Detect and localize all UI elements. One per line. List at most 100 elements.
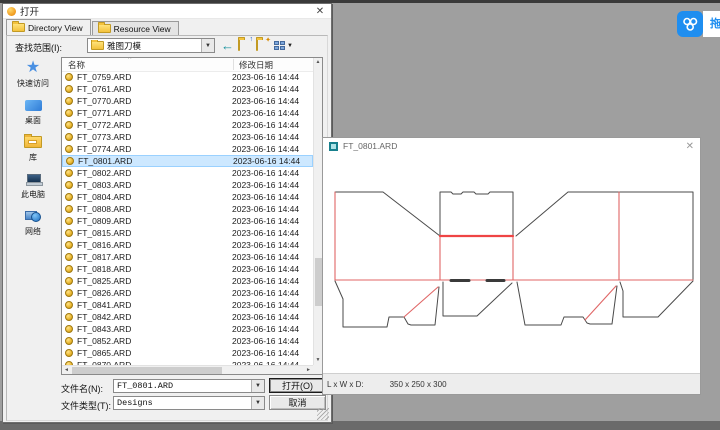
ard-file-icon xyxy=(65,145,73,153)
file-row[interactable]: FT_0759.ARD2023-06-16 14:44 xyxy=(62,71,313,83)
file-row[interactable]: FT_0773.ARD2023-06-16 14:44 xyxy=(62,131,313,143)
sparkle-overlay: ✦ xyxy=(265,36,271,44)
column-date[interactable]: 修改日期 xyxy=(239,59,273,71)
close-icon[interactable]: ✕ xyxy=(686,141,694,152)
place-item-desktop[interactable]: 桌面 xyxy=(7,96,59,126)
dieline-drawing xyxy=(323,154,700,372)
file-row[interactable]: FT_0842.ARD2023-06-16 14:44 xyxy=(62,311,313,323)
column-separator[interactable] xyxy=(233,59,234,70)
new-folder-icon[interactable]: ✦ xyxy=(256,40,270,51)
file-row[interactable]: FT_0809.ARD2023-06-16 14:44 xyxy=(62,215,313,227)
ard-file-icon xyxy=(65,205,73,213)
preview-titlebar[interactable]: FT_0801.ARD ✕ xyxy=(323,138,700,154)
file-row[interactable]: FT_0825.ARD2023-06-16 14:44 xyxy=(62,275,313,287)
network-icon xyxy=(25,207,41,225)
place-item-network[interactable]: 网络 xyxy=(7,207,59,237)
look-in-value: 雅图刀模 xyxy=(107,40,141,52)
dialog-titlebar[interactable]: 打开 ✕ xyxy=(3,4,331,19)
file-row[interactable]: FT_0801.ARD2023-06-16 14:44 xyxy=(62,155,313,167)
folder-icon xyxy=(256,39,258,51)
file-name: FT_0808.ARD xyxy=(77,204,232,214)
back-icon[interactable]: ← xyxy=(221,39,234,52)
column-name[interactable]: 名称 xyxy=(68,59,85,71)
chevron-down-icon[interactable]: ▼ xyxy=(251,397,264,409)
look-in-combobox[interactable]: 雅图刀模 ▼ xyxy=(87,38,215,53)
close-icon[interactable]: ✕ xyxy=(313,6,327,17)
file-row[interactable]: FT_0816.ARD2023-06-16 14:44 xyxy=(62,239,313,251)
file-name-combobox[interactable]: FT_0801.ARD ▼ xyxy=(113,379,265,393)
view-menu-icon[interactable]: ▼ xyxy=(274,41,293,51)
chevron-down-icon[interactable]: ▼ xyxy=(201,39,214,52)
file-row[interactable]: FT_0770.ARD2023-06-16 14:44 xyxy=(62,95,313,107)
file-date: 2023-06-16 14:44 xyxy=(232,336,299,346)
ard-file-icon xyxy=(65,169,73,177)
file-date: 2023-06-16 14:44 xyxy=(233,156,300,166)
file-name: FT_0817.ARD xyxy=(77,252,232,262)
file-row[interactable]: FT_0803.ARD2023-06-16 14:44 xyxy=(62,179,313,191)
file-row[interactable]: FT_0815.ARD2023-06-16 14:44 xyxy=(62,227,313,239)
scroll-left-icon[interactable]: ◄ xyxy=(62,366,71,374)
desktop-icon xyxy=(25,96,42,114)
vertical-scroll-thumb[interactable] xyxy=(315,258,322,306)
file-name: FT_0809.ARD xyxy=(77,216,232,226)
chevron-down-icon: ▼ xyxy=(287,43,293,49)
file-row[interactable]: FT_0817.ARD2023-06-16 14:44 xyxy=(62,251,313,263)
file-rows: FT_0759.ARD2023-06-16 14:44FT_0761.ARD20… xyxy=(62,71,313,365)
file-date: 2023-06-16 14:44 xyxy=(232,132,299,142)
vertical-scrollbar[interactable]: ▲ ▼ xyxy=(313,58,322,365)
file-row[interactable]: FT_0808.ARD2023-06-16 14:44 xyxy=(62,203,313,215)
resize-grip[interactable] xyxy=(317,408,329,420)
ard-file-icon xyxy=(65,73,73,81)
file-row[interactable]: FT_0826.ARD2023-06-16 14:44 xyxy=(62,287,313,299)
file-row[interactable]: FT_0865.ARD2023-06-16 14:44 xyxy=(62,347,313,359)
file-date: 2023-06-16 14:44 xyxy=(232,240,299,250)
file-date: 2023-06-16 14:44 xyxy=(232,72,299,82)
file-date: 2023-06-16 14:44 xyxy=(232,348,299,358)
file-row[interactable]: FT_0802.ARD2023-06-16 14:44 xyxy=(62,167,313,179)
file-row[interactable]: FT_0841.ARD2023-06-16 14:44 xyxy=(62,299,313,311)
file-name: FT_0841.ARD xyxy=(77,300,232,310)
tab-label: Directory View xyxy=(28,23,83,33)
file-name-value[interactable]: FT_0801.ARD xyxy=(114,381,251,391)
scroll-up-icon[interactable]: ▲ xyxy=(314,58,322,67)
ard-file-icon xyxy=(65,109,73,117)
pc-icon xyxy=(26,170,41,188)
tab-resource-view[interactable]: Resource View xyxy=(92,21,179,35)
file-name: FT_0825.ARD xyxy=(77,276,232,286)
ard-file-icon xyxy=(65,337,73,345)
up-folder-icon[interactable]: ↑ xyxy=(238,40,252,51)
place-item-star[interactable]: ★快速访问 xyxy=(7,59,59,89)
scroll-right-icon[interactable]: ► xyxy=(304,366,313,374)
file-row[interactable]: FT_0852.ARD2023-06-16 14:44 xyxy=(62,335,313,347)
place-label: 桌面 xyxy=(25,115,41,126)
file-date: 2023-06-16 14:44 xyxy=(232,168,299,178)
app-icon xyxy=(7,7,16,16)
file-row[interactable]: FT_0772.ARD2023-06-16 14:44 xyxy=(62,119,313,131)
file-date: 2023-06-16 14:44 xyxy=(232,180,299,190)
drag-chip[interactable]: 拖拽至 xyxy=(677,11,720,37)
cluster-icon xyxy=(677,11,703,37)
horizontal-scrollbar[interactable]: ◄ ► xyxy=(62,365,313,374)
file-type-value[interactable]: Designs xyxy=(114,398,251,408)
file-date: 2023-06-16 14:44 xyxy=(232,96,299,106)
place-item-pc[interactable]: 此电脑 xyxy=(7,170,59,200)
chevron-down-icon[interactable]: ▼ xyxy=(251,380,264,392)
drag-chip-label: 拖拽至 xyxy=(703,11,720,37)
file-type-combobox[interactable]: Designs ▼ xyxy=(113,396,265,410)
dims-value: 350 x 250 x 300 xyxy=(390,380,447,389)
grid-icon xyxy=(274,41,285,51)
list-header[interactable]: 名称 ^ 修改日期 xyxy=(62,58,313,72)
file-row[interactable]: FT_0774.ARD2023-06-16 14:44 xyxy=(62,143,313,155)
tab-directory-view[interactable]: Directory View xyxy=(6,19,91,35)
place-item-library[interactable]: 库 xyxy=(7,133,59,163)
file-row[interactable]: FT_0771.ARD2023-06-16 14:44 xyxy=(62,107,313,119)
file-row[interactable]: FT_0843.ARD2023-06-16 14:44 xyxy=(62,323,313,335)
file-row[interactable]: FT_0818.ARD2023-06-16 14:44 xyxy=(62,263,313,275)
dialog-title: 打开 xyxy=(20,4,313,18)
open-button[interactable]: 打开(O) xyxy=(269,378,326,393)
document-icon xyxy=(329,142,338,151)
file-row[interactable]: FT_0804.ARD2023-06-16 14:44 xyxy=(62,191,313,203)
file-row[interactable]: FT_0761.ARD2023-06-16 14:44 xyxy=(62,83,313,95)
horizontal-scroll-thumb[interactable] xyxy=(72,367,222,374)
scroll-down-icon[interactable]: ▼ xyxy=(314,356,322,365)
